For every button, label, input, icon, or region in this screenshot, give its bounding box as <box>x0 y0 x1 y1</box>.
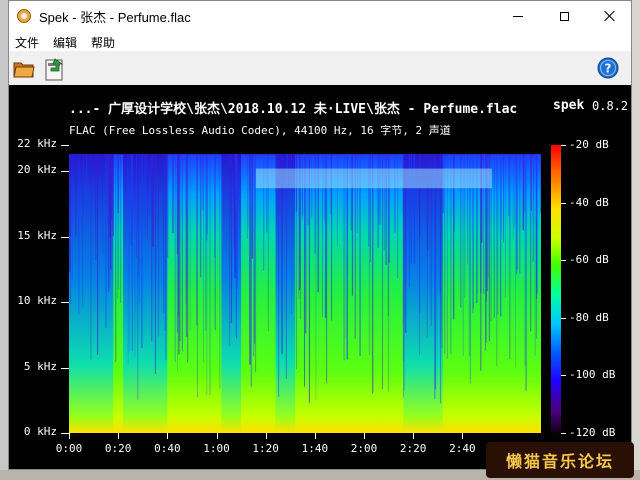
frequency-tick <box>61 367 69 369</box>
toolbar: ? <box>9 53 631 85</box>
spek-app-icon <box>17 9 31 23</box>
db-tick <box>561 433 566 434</box>
db-tick <box>561 202 566 204</box>
frequency-tick <box>61 302 69 304</box>
frequency-tick-label: 22 kHz <box>17 137 57 150</box>
spectrogram-high-band <box>255 168 492 189</box>
db-tick-label: -120 dB <box>569 426 616 439</box>
frequency-tick-label: 0 kHz <box>23 425 57 438</box>
frequency-tick-label: 15 kHz <box>17 228 57 242</box>
svg-text:?: ? <box>605 62 612 76</box>
time-tick <box>364 433 365 439</box>
time-tick-label: 1:40 <box>301 442 329 455</box>
db-tick-label: -100 dB <box>569 368 616 382</box>
menu-help[interactable]: 帮助 <box>91 34 115 51</box>
frequency-tick-label: 10 kHz <box>17 294 57 308</box>
time-tick <box>314 433 316 439</box>
frequency-tick <box>61 433 69 434</box>
frequency-tick <box>61 171 69 173</box>
db-tick <box>561 145 566 146</box>
frequency-tick-label: 20 kHz <box>17 163 57 177</box>
help-button[interactable]: ? <box>597 57 619 79</box>
frequency-tick-label: 5 kHz <box>23 359 57 373</box>
maximize-button[interactable] <box>541 1 587 31</box>
time-tick <box>167 433 169 439</box>
time-tick <box>462 433 464 439</box>
audio-format-info: FLAC (Free Lossless Audio Codec), 44100 … <box>69 124 451 137</box>
time-tick <box>69 433 70 439</box>
title-bar[interactable]: Spek - 张杰 - Perfume.flac <box>9 1 631 31</box>
spectrogram-file-title: ...- 广厚设计学校\张杰\2018.10.12 未·LIVE\张杰 - Pe… <box>69 102 518 117</box>
db-tick <box>561 375 566 377</box>
spectrogram-heatmap <box>69 154 541 433</box>
time-tick <box>118 433 120 439</box>
time-tick-label: 1:00 <box>203 442 230 455</box>
close-button[interactable] <box>587 1 633 31</box>
db-tick-label: -20 dB <box>569 138 609 151</box>
time-tick <box>413 433 415 439</box>
maximize-icon <box>559 11 569 21</box>
time-tick-label: 2:20 <box>399 442 427 455</box>
db-tick <box>561 260 566 262</box>
db-colorbar <box>551 145 561 433</box>
frequency-tick <box>61 145 69 146</box>
window-title: Spek - 张杰 - Perfume.flac <box>39 10 191 25</box>
time-tick <box>216 433 218 439</box>
time-tick-label: 0:20 <box>104 442 132 455</box>
menu-bar: 文件 编辑 帮助 <box>9 31 631 51</box>
db-tick-label: -60 dB <box>569 253 609 267</box>
spectrogram-plot <box>69 145 541 433</box>
frequency-tick <box>61 236 69 238</box>
spek-app-name: spek <box>553 98 585 113</box>
close-icon <box>604 10 616 22</box>
time-tick-label: 0:00 <box>55 442 83 455</box>
time-tick-label: 2:40 <box>449 442 476 455</box>
time-tick-label: 1:20 <box>252 442 279 455</box>
spek-version: 0.8.2 <box>592 99 629 113</box>
time-tick-label: 0:40 <box>154 442 181 455</box>
db-tick-label: -40 dB <box>569 195 609 209</box>
desktop-background <box>632 0 640 480</box>
folder-open-icon <box>13 62 35 78</box>
time-tick <box>265 433 267 439</box>
menu-edit[interactable]: 编辑 <box>53 34 77 51</box>
time-tick-label: 2:00 <box>350 442 378 455</box>
db-tick <box>561 317 566 319</box>
db-tick-label: -80 dB <box>569 310 609 324</box>
help-icon: ? <box>597 57 619 79</box>
menu-file[interactable]: 文件 <box>15 34 39 51</box>
minimize-button[interactable] <box>495 1 541 31</box>
save-icon <box>45 58 64 81</box>
save-spectrogram-button[interactable] <box>43 57 65 81</box>
minimize-icon <box>513 15 523 17</box>
spek-window: Spek - 张杰 - Perfume.flac 文件 编辑 帮助 ? ...-… <box>8 0 632 470</box>
forum-watermark: 懒猫音乐论坛 <box>486 442 634 478</box>
open-file-button[interactable] <box>13 59 35 79</box>
spectrogram-panel: ...- 广厚设计学校\张杰\2018.10.12 未·LIVE\张杰 - Pe… <box>9 85 631 469</box>
